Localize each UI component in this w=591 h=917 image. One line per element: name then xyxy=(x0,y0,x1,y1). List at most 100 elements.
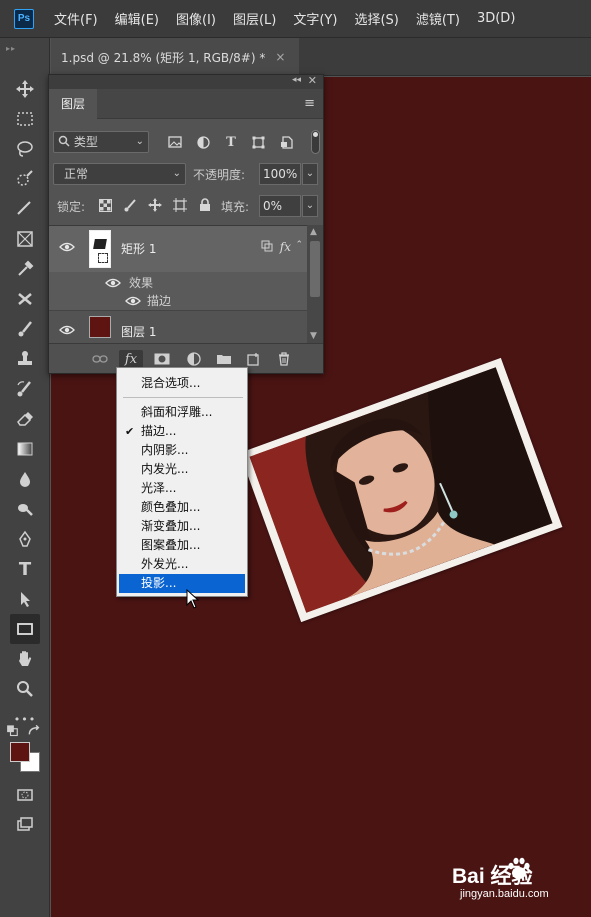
panel-menu-icon[interactable]: ≡ xyxy=(304,96,315,111)
move-tool-icon[interactable] xyxy=(10,74,40,104)
panel-header: 图层 ≡ xyxy=(49,89,323,119)
opacity-dropdown-icon[interactable]: ⌄ xyxy=(302,163,318,185)
add-mask-icon[interactable] xyxy=(153,350,171,368)
layer-name[interactable]: 矩形 1 xyxy=(121,240,156,257)
menu-layer[interactable]: 图层(L) xyxy=(233,9,276,28)
lock-all-icon[interactable] xyxy=(195,195,215,215)
menu-file[interactable]: 文件(F) xyxy=(54,9,98,28)
lock-image-pixels-icon[interactable] xyxy=(119,195,139,215)
search-icon xyxy=(58,135,70,147)
gradient-tool-icon[interactable] xyxy=(10,434,40,464)
scroll-up-icon[interactable]: ▲ xyxy=(310,227,317,237)
effects-visibility-eye-icon[interactable] xyxy=(105,278,121,290)
menu-type[interactable]: 文字(Y) xyxy=(293,9,337,28)
tab-layers[interactable]: 图层 xyxy=(49,89,98,119)
smartobject-filter-icon[interactable] xyxy=(276,131,296,153)
link-layers-icon[interactable] xyxy=(91,350,109,368)
marquee-tool-icon[interactable] xyxy=(10,104,40,134)
quick-select-tool-icon[interactable] xyxy=(10,164,40,194)
frame-tool-icon[interactable] xyxy=(10,224,40,254)
collapse-effects-icon[interactable]: ⌃ xyxy=(295,240,303,250)
layer-filter-select[interactable]: 类型 ⌄ xyxy=(53,131,149,153)
stroke-visibility-eye-icon[interactable] xyxy=(125,296,141,308)
stroke-effect-label[interactable]: 描边 xyxy=(147,292,171,309)
scroll-down-icon[interactable]: ▼ xyxy=(310,331,317,341)
path-select-tool-icon[interactable] xyxy=(10,584,40,614)
document-tab[interactable]: 1.psd @ 21.8% (矩形 1, RGB/8#) * × xyxy=(51,38,299,76)
toolbar-grip-icon[interactable]: ▸▸ xyxy=(6,44,16,53)
menu-color-overlay[interactable]: 颜色叠加... xyxy=(119,498,245,517)
menu-satin[interactable]: 光泽... xyxy=(119,479,245,498)
new-adjustment-layer-icon[interactable] xyxy=(185,350,203,368)
fill-input[interactable]: 0% xyxy=(259,195,301,217)
add-layer-style-button[interactable]: fx xyxy=(119,350,143,368)
menu-separator xyxy=(123,397,243,398)
menu-drop-shadow[interactable]: 投影... xyxy=(119,574,245,593)
close-tab-icon[interactable]: × xyxy=(275,50,285,64)
blur-tool-icon[interactable] xyxy=(10,464,40,494)
menu-gradient-overlay[interactable]: 渐变叠加... xyxy=(119,517,245,536)
foreground-color-swatch[interactable] xyxy=(10,742,30,762)
menu-3d[interactable]: 3D(D) xyxy=(477,11,515,26)
blend-mode-select[interactable]: 正常 ⌄ xyxy=(53,163,186,185)
menu-blending-options[interactable]: 混合选项... xyxy=(119,374,245,393)
layer-row-rectangle-1[interactable]: 矩形 1 fx ⌃ xyxy=(49,226,307,272)
image-filter-icon[interactable] xyxy=(165,131,185,153)
filter-toggle-switch[interactable] xyxy=(311,130,320,154)
zoom-tool-icon[interactable] xyxy=(10,674,40,704)
menu-inner-shadow[interactable]: 内阴影... xyxy=(119,441,245,460)
screen-mode-icon[interactable] xyxy=(10,810,40,840)
collapse-panel-icon[interactable]: ◂◂ xyxy=(292,75,301,85)
layer-list-scrollbar[interactable]: ▲ ▼ xyxy=(307,225,323,343)
document-tab-bar: 1.psd @ 21.8% (矩形 1, RGB/8#) * × xyxy=(51,38,591,76)
color-swatches[interactable] xyxy=(8,740,42,774)
quick-mask-icon[interactable] xyxy=(10,780,40,810)
stamp-tool-icon[interactable] xyxy=(10,344,40,374)
menu-inner-glow[interactable]: 内发光... xyxy=(119,460,245,479)
crop-tool-icon[interactable] xyxy=(10,194,40,224)
history-brush-tool-icon[interactable] xyxy=(10,374,40,404)
menu-stroke[interactable]: ✔ 描边... xyxy=(119,422,245,441)
eyedropper-tool-icon[interactable] xyxy=(10,254,40,284)
swap-colors-icon[interactable] xyxy=(26,724,44,738)
opacity-input[interactable]: 100% xyxy=(259,163,301,185)
rectangle-tool-icon[interactable] xyxy=(10,614,40,644)
pen-tool-icon[interactable] xyxy=(10,524,40,554)
scrollbar-thumb[interactable] xyxy=(310,241,320,297)
new-layer-icon[interactable] xyxy=(245,350,263,368)
eraser-tool-icon[interactable] xyxy=(10,404,40,434)
hand-tool-icon[interactable] xyxy=(10,644,40,674)
new-group-icon[interactable] xyxy=(215,350,233,368)
menu-image[interactable]: 图像(I) xyxy=(176,9,216,28)
menu-filter[interactable]: 滤镜(T) xyxy=(416,9,460,28)
brush-tool-icon[interactable] xyxy=(10,314,40,344)
menu-bar: Ps 文件(F) 编辑(E) 图像(I) 图层(L) 文字(Y) 选择(S) 滤… xyxy=(0,0,591,38)
checkmark-icon: ✔ xyxy=(125,425,135,438)
lock-transparent-pixels-icon[interactable] xyxy=(95,195,115,215)
type-tool-icon[interactable]: T xyxy=(10,554,40,584)
delete-layer-icon[interactable] xyxy=(275,350,293,368)
watermark-url: jingyan.baidu.com xyxy=(460,888,549,900)
visibility-eye-icon[interactable] xyxy=(59,242,75,254)
lasso-tool-icon[interactable] xyxy=(10,134,40,164)
menu-edit[interactable]: 编辑(E) xyxy=(115,9,159,28)
shape-link-icon xyxy=(261,240,273,255)
lock-artboard-icon[interactable] xyxy=(170,195,190,215)
layer-row-layer-1[interactable]: 图层 1 xyxy=(49,310,307,343)
menu-select[interactable]: 选择(S) xyxy=(354,9,398,28)
shape-filter-icon[interactable] xyxy=(248,131,268,153)
adjustment-filter-icon[interactable] xyxy=(193,131,213,153)
menu-outer-glow[interactable]: 外发光... xyxy=(119,555,245,574)
healing-tool-icon[interactable] xyxy=(10,284,40,314)
layer-name[interactable]: 图层 1 xyxy=(121,323,156,340)
menu-bevel-emboss[interactable]: 斜面和浮雕... xyxy=(119,403,245,422)
fill-dropdown-icon[interactable]: ⌄ xyxy=(302,195,318,217)
layer-effects-badge[interactable]: fx xyxy=(280,240,291,254)
dodge-tool-icon[interactable] xyxy=(10,494,40,524)
type-filter-icon[interactable]: T xyxy=(221,131,241,153)
visibility-eye-icon[interactable] xyxy=(59,325,75,337)
close-panel-icon[interactable]: ✕ xyxy=(308,74,317,87)
menu-pattern-overlay[interactable]: 图案叠加... xyxy=(119,536,245,555)
default-colors-icon[interactable] xyxy=(6,724,24,738)
lock-position-icon[interactable] xyxy=(145,195,165,215)
